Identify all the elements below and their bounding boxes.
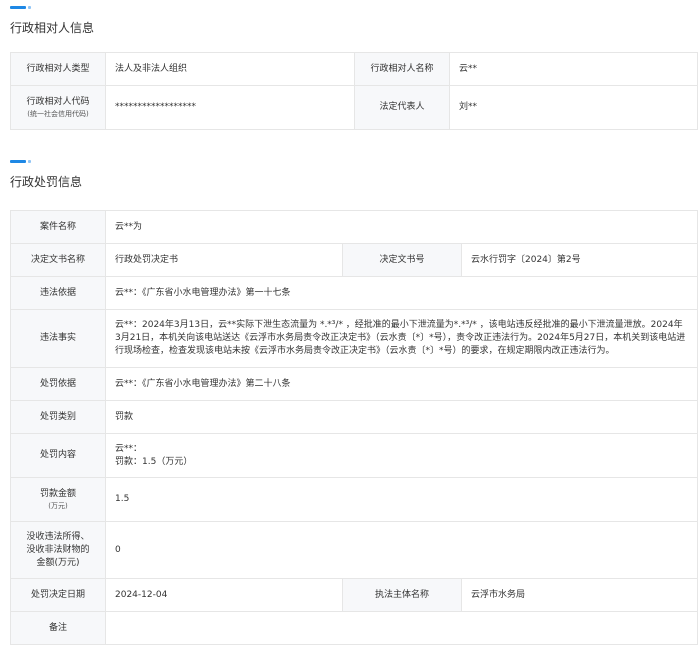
party-code-label: 行政相对人代码: [26, 97, 90, 107]
case-name-value: 云**为: [104, 210, 699, 244]
category-value: 罚款: [104, 400, 699, 434]
content-label: 处罚内容: [10, 433, 106, 478]
fine-label-cell: 罚款金额 (万元): [10, 477, 106, 522]
authority-label: 执法主体名称: [342, 578, 462, 612]
confiscation-value: 0: [104, 521, 699, 579]
confiscation-label-line-1: 没收违法所得、: [26, 531, 90, 542]
party-section-title: 行政相对人信息: [10, 21, 95, 35]
penalty-section-title: 行政处罚信息: [10, 175, 83, 189]
doc-name-label: 决定文书名称: [10, 243, 106, 277]
content-value: 云**： 罚款：1.5（万元）: [104, 433, 699, 478]
table-row: 罚款金额 (万元) 1.5: [10, 477, 699, 522]
doc-no-label: 决定文书号: [342, 243, 462, 277]
fine-value: 1.5: [104, 477, 699, 522]
table-row: 没收违法所得、 没收非法财物的 金额(万元) 0: [10, 521, 699, 579]
table-row: 处罚依据 云**：《广东省小水电管理办法》第二十八条: [10, 367, 699, 401]
table-row: 处罚决定日期 2024-12-04 执法主体名称 云浮市水务局: [10, 578, 699, 612]
content-line-1: 云**：: [115, 443, 143, 454]
table-row: 决定文书名称 行政处罚决定书 决定文书号 云水行罚字〔2024〕第2号: [10, 243, 699, 277]
table-row: 违法事实 云**：2024年3月13日，云**实际下泄生态流量为 *.*³/* …: [10, 309, 699, 368]
penalty-info-table: 案件名称 云**为 决定文书名称 行政处罚决定书 决定文书号 云水行罚字〔202…: [10, 210, 699, 645]
remark-value: [104, 611, 699, 645]
table-row: 违法依据 云**：《广东省小水电管理办法》第一十七条: [10, 276, 699, 310]
authority-value: 云浮市水务局: [460, 578, 699, 612]
penalty-basis-label: 处罚依据: [10, 367, 106, 401]
party-info-table: 行政相对人类型 法人及非法人组织 行政相对人名称 云** 行政相对人代码 (统一…: [10, 52, 698, 130]
table-row: 行政相对人类型 法人及非法人组织 行政相对人名称 云**: [10, 52, 698, 86]
case-name-label: 案件名称: [10, 210, 106, 244]
party-code-note: (统一社会信用代码): [27, 110, 89, 118]
category-label: 处罚类别: [10, 400, 106, 434]
content-line-2: 罚款：1.5（万元）: [115, 456, 193, 467]
basis-value: 云**：《广东省小水电管理办法》第一十七条: [104, 276, 699, 310]
party-name-value: 云**: [449, 52, 698, 86]
party-type-label: 行政相对人类型: [10, 52, 106, 86]
penalty-basis-value: 云**：《广东省小水电管理办法》第二十八条: [104, 367, 699, 401]
facts-value: 云**：2024年3月13日，云**实际下泄生态流量为 *.*³/* ，经批准的…: [104, 309, 699, 368]
basis-label: 违法依据: [10, 276, 106, 310]
decision-date-value: 2024-12-04: [105, 578, 343, 612]
party-rep-label: 法定代表人: [354, 85, 450, 130]
facts-label: 违法事实: [10, 309, 106, 368]
table-row: 处罚内容 云**： 罚款：1.5（万元）: [10, 433, 699, 478]
remark-label: 备注: [10, 611, 106, 645]
confiscation-label-line-3: 金额(万元): [36, 557, 80, 568]
table-row: 备注: [10, 611, 699, 645]
party-code-value: ******************: [105, 85, 355, 130]
party-code-label-cell: 行政相对人代码 (统一社会信用代码): [10, 85, 106, 130]
confiscation-label-cell: 没收违法所得、 没收非法财物的 金额(万元): [10, 521, 106, 579]
fine-label: 罚款金额: [39, 489, 76, 499]
confiscation-label-line-2: 没收非法财物的: [26, 544, 90, 555]
fine-unit: (万元): [48, 502, 68, 510]
doc-name-value: 行政处罚决定书: [105, 243, 343, 277]
decision-date-label: 处罚决定日期: [10, 578, 106, 612]
table-row: 处罚类别 罚款: [10, 400, 699, 434]
party-name-label: 行政相对人名称: [354, 52, 450, 86]
table-row: 行政相对人代码 (统一社会信用代码) ****************** 法定…: [10, 85, 698, 130]
party-rep-value: 刘**: [449, 85, 698, 130]
party-type-value: 法人及非法人组织: [105, 52, 355, 86]
table-row: 案件名称 云**为: [10, 210, 699, 244]
doc-no-value: 云水行罚字〔2024〕第2号: [460, 243, 699, 277]
